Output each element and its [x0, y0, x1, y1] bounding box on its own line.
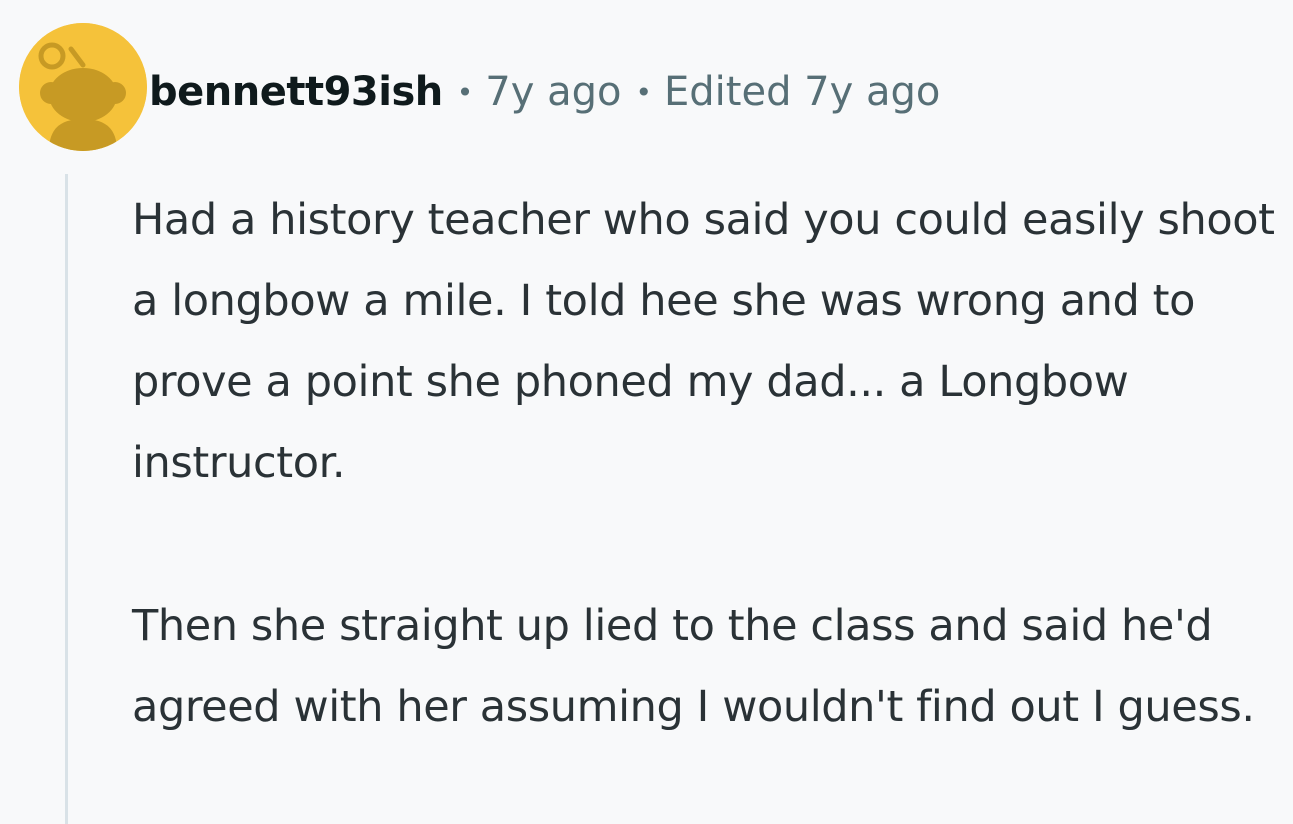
comment-age[interactable]: 7y ago [485, 69, 621, 115]
reddit-snoo-avatar-icon [19, 23, 147, 151]
meta-separator: • [456, 75, 474, 109]
edited-label: Edited 7y ago [664, 69, 941, 115]
comment-body: Had a history teacher who said you could… [132, 180, 1282, 748]
comment-meta: bennett93ish • 7y ago • Edited 7y ago [149, 64, 940, 120]
comment: bennett93ish • 7y ago • Edited 7y ago Ha… [0, 0, 1293, 824]
user-avatar[interactable] [19, 23, 147, 151]
thread-collapse-line[interactable] [65, 174, 68, 824]
comment-paragraph: Had a history teacher who said you could… [132, 195, 1275, 488]
author-username[interactable]: bennett93ish [149, 69, 443, 115]
comment-paragraph: Then she straight up lied to the class a… [132, 601, 1255, 732]
meta-separator: • [635, 75, 652, 109]
